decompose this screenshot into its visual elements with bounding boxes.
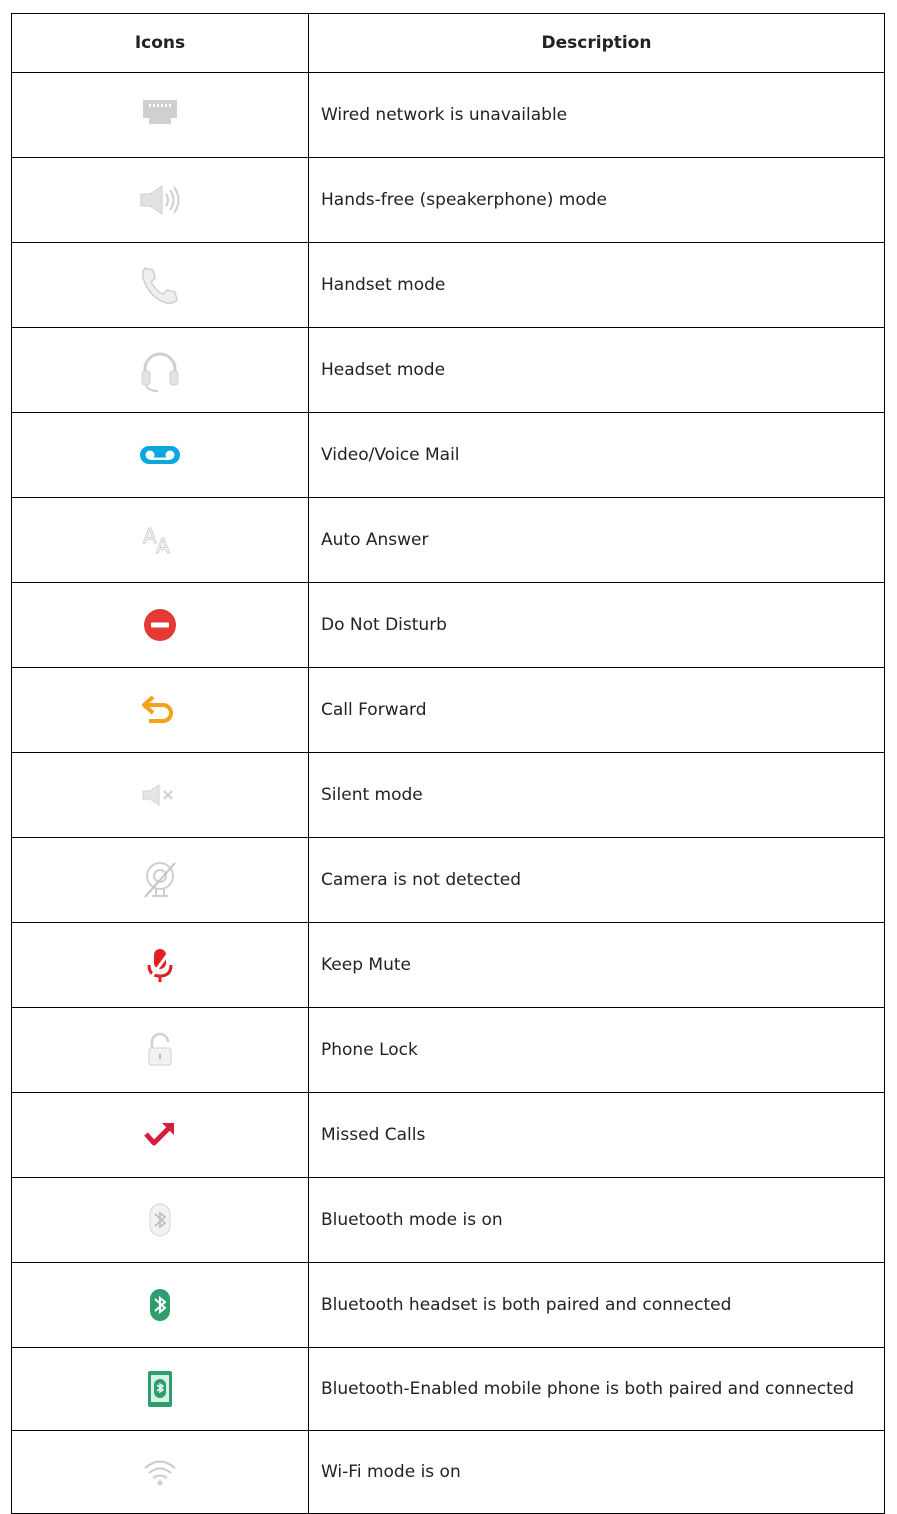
silent-mode-icon: [137, 772, 183, 818]
table-row: Wi-Fi mode is on: [11, 1430, 885, 1514]
header-description: Description: [308, 13, 885, 73]
voicemail-icon: [137, 432, 183, 478]
do-not-disturb-icon: [137, 602, 183, 648]
header-icons: Icons: [11, 13, 309, 73]
row-description: Phone Lock: [308, 1007, 885, 1093]
table-row: Headset mode: [11, 327, 885, 413]
camera-not-detected-icon: [137, 857, 183, 903]
row-description: Handset mode: [308, 242, 885, 328]
table-row: Video/Voice Mail: [11, 412, 885, 498]
row-description: Camera is not detected: [308, 837, 885, 923]
bluetooth-headset-connected-icon: [137, 1282, 183, 1328]
row-description: Do Not Disturb: [308, 582, 885, 668]
row-description: Missed Calls: [308, 1092, 885, 1178]
row-description: Hands-free (speakerphone) mode: [308, 157, 885, 243]
svg-text:A: A: [143, 524, 157, 548]
table-row: Silent mode: [11, 752, 885, 838]
handset-icon: [137, 262, 183, 308]
row-description: Bluetooth mode is on: [308, 1177, 885, 1263]
table-row: AA Auto Answer: [11, 497, 885, 583]
row-description: Wi-Fi mode is on: [308, 1430, 885, 1514]
table-row: Missed Calls: [11, 1092, 885, 1178]
row-description: Wired network is unavailable: [308, 72, 885, 158]
row-description: Video/Voice Mail: [308, 412, 885, 498]
svg-text:A: A: [156, 534, 170, 558]
row-description: Call Forward: [308, 667, 885, 753]
row-description: Auto Answer: [308, 497, 885, 583]
headset-icon: [137, 347, 183, 393]
bluetooth-mobile-connected-icon: [137, 1366, 183, 1412]
missed-calls-icon: [137, 1112, 183, 1158]
table-row: Keep Mute: [11, 922, 885, 1008]
icons-table: Icons Description Wired network is unava…: [11, 13, 885, 1514]
table-row: Bluetooth mode is on: [11, 1177, 885, 1263]
row-description: Keep Mute: [308, 922, 885, 1008]
row-description: Headset mode: [308, 327, 885, 413]
table-row: Camera is not detected: [11, 837, 885, 923]
phone-lock-icon: [137, 1027, 183, 1073]
bluetooth-on-icon: [137, 1197, 183, 1243]
keep-mute-icon: [137, 942, 183, 988]
auto-answer-icon: AA: [137, 517, 183, 563]
wired-network-unavailable-icon: [137, 92, 183, 138]
table-row: Bluetooth headset is both paired and con…: [11, 1262, 885, 1348]
table-row: Hands-free (speakerphone) mode: [11, 157, 885, 243]
row-description: Bluetooth-Enabled mobile phone is both p…: [308, 1347, 885, 1431]
table-row: Phone Lock: [11, 1007, 885, 1093]
wifi-on-icon: [137, 1449, 183, 1495]
table-row: Handset mode: [11, 242, 885, 328]
table-row: Call Forward: [11, 667, 885, 753]
row-description: Bluetooth headset is both paired and con…: [308, 1262, 885, 1348]
speaker-icon: [137, 177, 183, 223]
table-header-row: Icons Description: [11, 13, 885, 73]
row-description: Silent mode: [308, 752, 885, 838]
table-row: Bluetooth-Enabled mobile phone is both p…: [11, 1347, 885, 1431]
table-row: Wired network is unavailable: [11, 72, 885, 158]
call-forward-icon: [137, 687, 183, 733]
table-row: Do Not Disturb: [11, 582, 885, 668]
